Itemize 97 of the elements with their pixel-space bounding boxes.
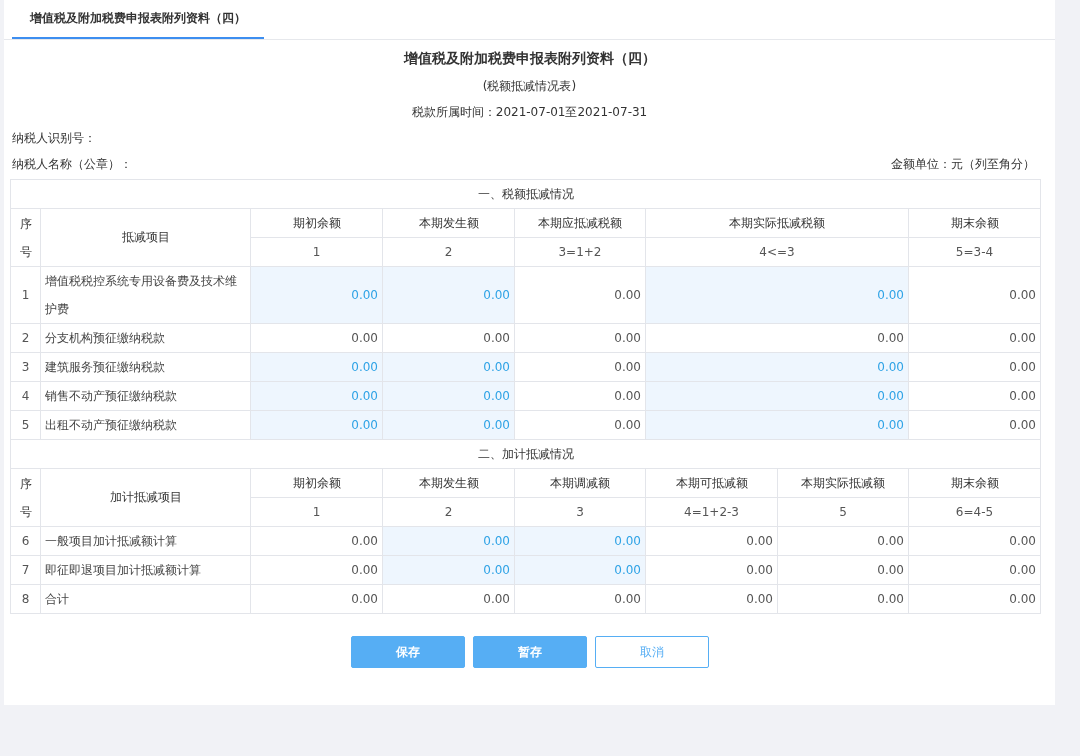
input-field[interactable]: 0.00 (250, 381, 383, 411)
unit-note: 金额单位：元（列至角分） (891, 156, 1035, 173)
row-number: 7 (10, 555, 41, 585)
column-formula: 2 (382, 497, 515, 527)
table-header: 本期应抵减税额 (514, 208, 646, 238)
table-cell: 即征即退项目加计抵减额计算 (40, 555, 251, 585)
input-field[interactable]: 0.00 (382, 526, 515, 556)
table-cell: 建筑服务预征缴纳税款 (40, 352, 251, 382)
table-header: 本期可抵减额 (645, 468, 778, 498)
section-heading: 二、加计抵减情况 (10, 439, 1041, 469)
table-cell: 0.00 (908, 266, 1041, 324)
table-cell: 0.00 (250, 555, 383, 585)
table-cell: 0.00 (908, 526, 1041, 556)
input-field[interactable]: 0.00 (382, 266, 515, 324)
form-title: 增值税及附加税费申报表附列资料（四） (403, 50, 656, 68)
table-header: 序号 (10, 208, 41, 267)
form-button[interactable]: 保存 (350, 636, 465, 668)
table-header: 期末余额 (908, 208, 1041, 238)
form-subtitle: (税额抵减情况表) (482, 78, 577, 95)
column-formula: 3=1+2 (514, 237, 646, 267)
table-cell: 0.00 (777, 555, 909, 585)
table-cell: 一般项目加计抵减额计算 (40, 526, 251, 556)
input-field[interactable]: 0.00 (514, 526, 646, 556)
input-field[interactable]: 0.00 (382, 352, 515, 382)
table-cell: 0.00 (514, 352, 646, 382)
row-number: 8 (10, 584, 41, 614)
input-field[interactable]: 0.00 (514, 555, 646, 585)
table-cell: 0.00 (645, 526, 778, 556)
table-header: 本期发生额 (382, 208, 515, 238)
table-cell: 0.00 (908, 584, 1041, 614)
table-cell: 0.00 (250, 526, 383, 556)
form-button[interactable]: 暂存 (472, 636, 587, 668)
input-field[interactable]: 0.00 (250, 352, 383, 382)
table-header: 抵减项目 (40, 208, 251, 267)
table-cell: 0.00 (382, 323, 515, 353)
table-cell: 0.00 (514, 381, 646, 411)
taxpayer-name-label: 纳税人名称（公章）： (12, 156, 132, 173)
row-number: 4 (10, 381, 41, 411)
input-field[interactable]: 0.00 (382, 410, 515, 440)
table-cell: 0.00 (908, 410, 1041, 440)
row-number: 2 (10, 323, 41, 353)
input-field[interactable]: 0.00 (645, 266, 909, 324)
table-header: 加计抵减项目 (40, 468, 251, 527)
table-cell: 0.00 (250, 584, 383, 614)
table-header: 本期发生额 (382, 468, 515, 498)
column-formula: 6=4-5 (908, 497, 1041, 527)
input-field[interactable]: 0.00 (250, 266, 383, 324)
row-number: 3 (10, 352, 41, 382)
table-cell: 0.00 (908, 323, 1041, 353)
column-formula: 5 (777, 497, 909, 527)
table-cell: 0.00 (908, 352, 1041, 382)
table-cell: 0.00 (382, 584, 515, 614)
input-field[interactable]: 0.00 (250, 410, 383, 440)
table-cell: 0.00 (645, 584, 778, 614)
input-field[interactable]: 0.00 (382, 555, 515, 585)
table-cell: 0.00 (645, 555, 778, 585)
table-cell: 合计 (40, 584, 251, 614)
table-header: 期初余额 (250, 208, 383, 238)
row-number: 5 (10, 410, 41, 440)
table-cell: 0.00 (514, 410, 646, 440)
column-formula: 1 (250, 237, 383, 267)
taxpayer-id-label: 纳税人识别号： (12, 130, 96, 147)
table-cell: 出租不动产预征缴纳税款 (40, 410, 251, 440)
row-number: 6 (10, 526, 41, 556)
column-formula: 1 (250, 497, 383, 527)
row-number: 1 (10, 266, 41, 324)
table-header: 序号 (10, 468, 41, 527)
section-heading: 一、税额抵减情况 (10, 179, 1041, 209)
table-cell: 0.00 (908, 555, 1041, 585)
table-cell: 0.00 (645, 323, 909, 353)
tab[interactable]: 增值税及附加税费申报表附列资料（四） (12, 0, 264, 39)
input-field[interactable]: 0.00 (645, 410, 909, 440)
column-formula: 2 (382, 237, 515, 267)
column-formula: 3 (514, 497, 646, 527)
column-formula: 5=3-4 (908, 237, 1041, 267)
table-cell: 0.00 (777, 584, 909, 614)
column-formula: 4=1+2-3 (645, 497, 778, 527)
input-field[interactable]: 0.00 (645, 352, 909, 382)
form-button[interactable]: 取消 (594, 636, 709, 668)
table-header: 期末余额 (908, 468, 1041, 498)
input-field[interactable]: 0.00 (645, 381, 909, 411)
input-field[interactable]: 0.00 (382, 381, 515, 411)
table-header: 本期调减额 (514, 468, 646, 498)
table-cell: 0.00 (777, 526, 909, 556)
table-cell: 增值税税控系统专用设备费及技术维护费 (40, 266, 251, 324)
table-cell: 分支机构预征缴纳税款 (40, 323, 251, 353)
table-header: 本期实际抵减额 (777, 468, 909, 498)
table-header: 本期实际抵减税额 (645, 208, 909, 238)
tax-period: 税款所属时间：2021-07-01至2021-07-31 (411, 104, 648, 121)
table-cell: 0.00 (514, 266, 646, 324)
table-cell: 销售不动产预征缴纳税款 (40, 381, 251, 411)
table-cell: 0.00 (514, 323, 646, 353)
table-cell: 0.00 (514, 584, 646, 614)
column-formula: 4<=3 (645, 237, 909, 267)
table-header: 期初余额 (250, 468, 383, 498)
table-cell: 0.00 (250, 323, 383, 353)
table-cell: 0.00 (908, 381, 1041, 411)
